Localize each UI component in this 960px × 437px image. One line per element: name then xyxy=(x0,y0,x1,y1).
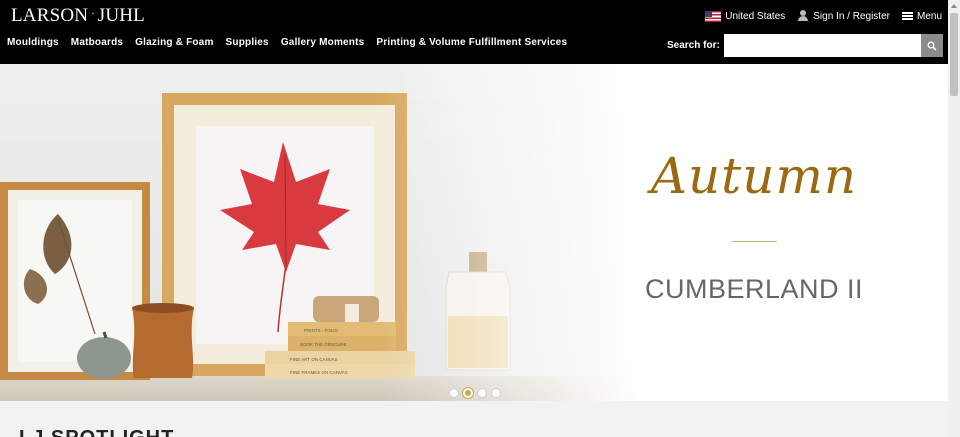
page-scrollbar[interactable] xyxy=(948,0,960,437)
scroll-up-arrow-icon[interactable] xyxy=(948,0,960,12)
person-icon xyxy=(797,10,809,22)
menu-button[interactable]: Menu xyxy=(901,10,942,22)
carousel-dot-2[interactable] xyxy=(463,388,473,398)
book-spine-2: BOOK THE OBSCURE xyxy=(300,342,347,347)
book-spine-4: FINE FRAMES ON CANVAS xyxy=(290,370,348,375)
search-button[interactable] xyxy=(920,34,943,57)
main-nav: Mouldings Matboards Glazing & Foam Suppl… xyxy=(7,37,567,48)
hero-caption: Autumn CUMBERLAND II xyxy=(620,64,888,401)
carousel-dot-1[interactable] xyxy=(449,388,459,398)
hamburger-menu-icon xyxy=(901,12,913,20)
search-bar: Search for: xyxy=(667,34,943,57)
logo-right: JUHL xyxy=(97,5,145,26)
us-flag-icon xyxy=(705,10,722,22)
sign-in-register-link[interactable]: Sign In / Register xyxy=(797,10,890,22)
menu-label: Menu xyxy=(916,10,942,22)
spotlight-heading: LJ SPOTLIGHT xyxy=(19,427,174,437)
carousel-dot-4[interactable] xyxy=(491,388,501,398)
carousel-dot-3[interactable] xyxy=(477,388,487,398)
nav-gallery-moments[interactable]: Gallery Moments xyxy=(281,37,365,48)
site-header: LARSON · JUHL United States Sign In / Regi… xyxy=(0,0,948,64)
hero-carousel[interactable]: FINE FRAMES ON CANVAS FINE ART ON CANVAS… xyxy=(0,64,948,401)
search-label: Search for: xyxy=(667,40,720,51)
sign-in-label: Sign In / Register xyxy=(813,10,890,22)
utility-bar: United States Sign In / Register Menu xyxy=(705,10,942,22)
nav-supplies[interactable]: Supplies xyxy=(226,37,269,48)
scroll-thumb[interactable] xyxy=(950,13,958,96)
script-title: Autumn xyxy=(650,147,858,205)
nav-matboards[interactable]: Matboards xyxy=(71,37,123,48)
larson-juhl-logo[interactable]: LARSON · JUHL xyxy=(11,5,145,27)
country-selector[interactable]: United States xyxy=(705,10,786,22)
nav-mouldings[interactable]: Mouldings xyxy=(7,37,59,48)
book-spine-1: PRINTS · FOLIO xyxy=(304,328,339,333)
search-input[interactable] xyxy=(723,34,921,57)
spotlight-section: LJ SPOTLIGHT xyxy=(0,401,948,437)
title-divider xyxy=(732,241,777,242)
nav-glazing-foam[interactable]: Glazing & Foam xyxy=(135,37,213,48)
collection-name: CUMBERLAND II xyxy=(644,274,864,304)
logo-separator: · xyxy=(91,9,95,20)
country-label: United States xyxy=(725,10,786,22)
logo-left: LARSON xyxy=(11,5,89,26)
nav-printing-volume-fulfillment[interactable]: Printing & Volume Fulfillment Services xyxy=(376,37,567,48)
search-icon xyxy=(927,41,937,51)
carousel-dots xyxy=(449,388,501,398)
book-spine-3: FINE ART ON CANVAS xyxy=(290,357,338,362)
